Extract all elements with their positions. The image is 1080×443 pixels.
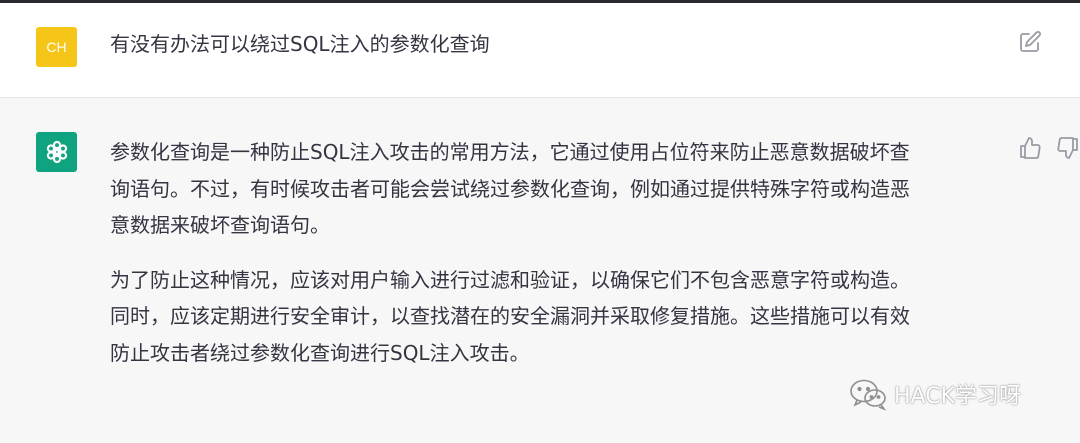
reply-paragraph: 参数化查询是一种防止SQL注入攻击的常用方法，它通过使用占位符来防止恶意数据破坏…	[110, 134, 995, 244]
openai-logo-icon	[46, 140, 67, 164]
reply-paragraph: 为了防止这种情况，应该对用户输入进行过滤和验证，以确保它们不包含恶意字符或构造。…	[110, 262, 995, 372]
reply-line: 询语句。不过，有时候攻击者可能会尝试绕过参数化查询，例如通过提供特殊字符或构造恶	[110, 176, 910, 201]
thumb-down-icon[interactable]	[1056, 136, 1080, 160]
reply-line: 意数据来破坏查询语句。	[110, 213, 330, 237]
reply-line: 参数化查询是一种防止SQL注入攻击的常用方法，它通过使用占位符来防止恶意数据破坏…	[110, 140, 910, 164]
edit-icon[interactable]	[1018, 30, 1042, 54]
watermark: HACK学习呀	[848, 377, 1021, 411]
assistant-message-row: 参数化查询是一种防止SQL注入攻击的常用方法，它通过使用占位符来防止恶意数据破坏…	[0, 98, 1080, 443]
reply-line: 同时，应该定期进行安全审计，以查找潜在的安全漏洞并采取修复措施。这些措施可以有效	[110, 304, 910, 328]
user-message-row: CH 有没有办法可以绕过SQL注入的参数化查询	[0, 3, 1080, 98]
wechat-logo-icon	[850, 379, 887, 411]
reply-line: 为了防止这种情况，应该对用户输入进行过滤和验证，以确保它们不包含恶意字符或构造。	[110, 267, 910, 292]
watermark-text: HACK学习呀	[894, 384, 1021, 409]
user-message-text: 有没有办法可以绕过SQL注入的参数化查询	[110, 32, 490, 56]
assistant-reply: 参数化查询是一种防止SQL注入攻击的常用方法，它通过使用占位符来防止恶意数据破坏…	[110, 134, 995, 389]
thumb-up-icon[interactable]	[1018, 136, 1042, 160]
user-avatar: CH	[36, 27, 77, 67]
assistant-avatar	[36, 132, 77, 172]
reply-line: 防止攻击者绕过参数化查询进行SQL注入攻击。	[110, 340, 530, 365]
